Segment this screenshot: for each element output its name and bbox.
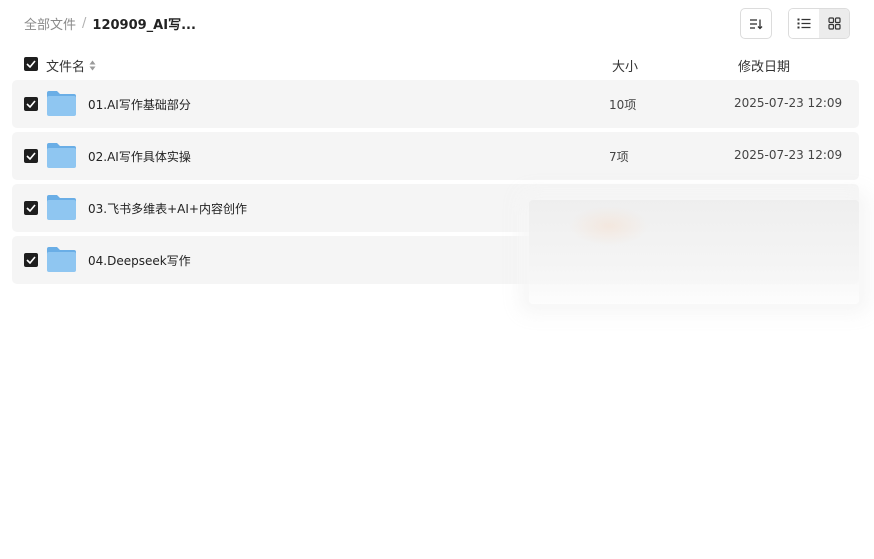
- size-column-header[interactable]: 大小: [612, 56, 638, 75]
- list-view-button[interactable]: [789, 9, 819, 38]
- check-icon: [26, 152, 36, 160]
- sort-arrows-icon: [89, 60, 96, 71]
- folder-icon: [47, 91, 76, 116]
- check-icon: [26, 256, 36, 264]
- file-name[interactable]: 03.飞书多维表+AI+内容创作: [88, 200, 247, 217]
- select-all-checkbox[interactable]: [24, 57, 38, 71]
- check-icon: [26, 60, 36, 68]
- file-row[interactable]: 02.AI写作具体实操 7项 2025-07-23 12:09: [12, 132, 859, 180]
- sort-icon: [750, 18, 763, 29]
- file-row[interactable]: 01.AI写作基础部分 10项 2025-07-23 12:09: [12, 80, 859, 128]
- sort-button[interactable]: [740, 8, 772, 39]
- blurred-overlay: [529, 200, 859, 304]
- file-size: 10项: [609, 98, 637, 112]
- breadcrumb-current: 120909_AI写...: [92, 18, 196, 33]
- list-view-icon: [797, 18, 811, 29]
- row-checkbox[interactable]: [24, 97, 38, 111]
- file-name[interactable]: 02.AI写作具体实操: [88, 148, 191, 165]
- file-modified-date: 2025-07-23 12:09: [734, 148, 843, 162]
- file-modified-date: 2025-07-23 12:09: [734, 96, 843, 110]
- date-column-header[interactable]: 修改日期: [738, 56, 790, 75]
- folder-icon: [47, 195, 76, 220]
- file-size: 7项: [609, 150, 629, 164]
- grid-view-button[interactable]: [819, 9, 849, 38]
- row-checkbox[interactable]: [24, 253, 38, 267]
- name-column-label: 文件名: [46, 60, 86, 75]
- folder-icon: [47, 247, 76, 272]
- check-icon: [26, 100, 36, 108]
- view-toggle: [788, 8, 850, 39]
- grid-view-icon: [827, 17, 841, 30]
- row-checkbox[interactable]: [24, 149, 38, 163]
- folder-icon: [47, 143, 76, 168]
- row-checkbox[interactable]: [24, 201, 38, 215]
- top-bar: 全部文件 / 120909_AI写...: [0, 0, 874, 48]
- name-column-header[interactable]: 文件名: [46, 56, 96, 75]
- file-name[interactable]: 04.Deepseek写作: [88, 252, 191, 269]
- file-name[interactable]: 01.AI写作基础部分: [88, 96, 191, 113]
- breadcrumb-separator: /: [82, 16, 87, 31]
- breadcrumb-root-link[interactable]: 全部文件: [24, 14, 76, 33]
- check-icon: [26, 204, 36, 212]
- blurred-region: [569, 206, 649, 246]
- column-header: 文件名 大小 修改日期: [12, 50, 859, 78]
- breadcrumb: 全部文件 / 120909_AI写...: [24, 14, 196, 33]
